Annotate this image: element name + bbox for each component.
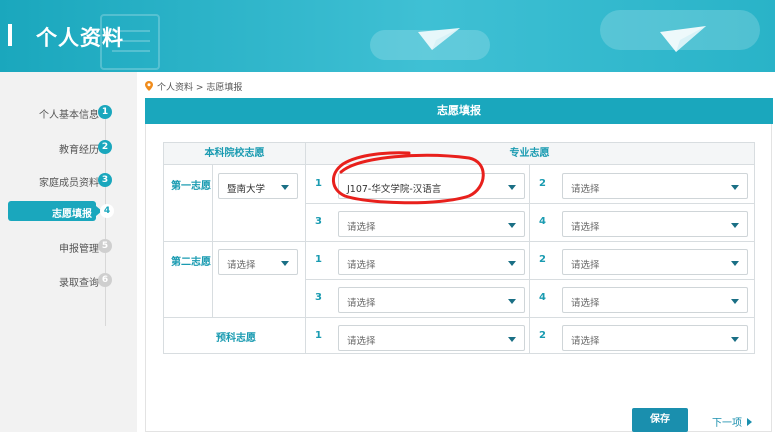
column-header-school: 本科院校志愿: [164, 143, 305, 165]
choice-index: 1: [315, 254, 322, 265]
column-header-major: 专业志愿: [305, 143, 754, 165]
chevron-down-icon: [731, 337, 739, 342]
save-button[interactable]: 保存: [632, 408, 688, 432]
choice-index: 2: [539, 254, 546, 265]
first-major-1-select[interactable]: J107-华文学院-汉语言: [338, 173, 525, 199]
choice-index: 1: [315, 330, 322, 341]
panel-title: 志愿填报: [145, 98, 773, 124]
chevron-down-icon: [508, 261, 516, 266]
arrow-right-icon: [747, 418, 752, 426]
step-badge: 2: [98, 140, 112, 154]
sidebar-item-label: 志愿填报: [52, 209, 92, 220]
document-decoration-icon: [100, 14, 160, 70]
header-accent-bar: [8, 24, 12, 46]
page-header: 个人资料: [0, 0, 775, 72]
breadcrumb-root[interactable]: 个人资料: [157, 83, 193, 93]
choice-index: 1: [315, 178, 322, 189]
breadcrumb-current: 志愿填报: [206, 83, 243, 93]
second-major-4-select[interactable]: 请选择: [562, 287, 748, 313]
sidebar-item-label: 录取查询: [59, 278, 99, 289]
second-school-select[interactable]: 请选择: [218, 249, 298, 275]
next-step-link[interactable]: 下一项: [712, 414, 752, 429]
chevron-down-icon: [281, 185, 289, 190]
chevron-down-icon: [508, 337, 516, 342]
chevron-down-icon: [731, 299, 739, 304]
sidebar-item-label: 个人基本信息: [39, 110, 99, 121]
row-label-first: 第一志愿: [171, 181, 211, 192]
breadcrumb-separator: >: [195, 83, 204, 93]
choice-index: 3: [315, 292, 322, 303]
step-badge: 5: [98, 239, 112, 253]
chevron-down-icon: [508, 185, 516, 190]
breadcrumb: 个人资料 > 志愿填报: [145, 80, 242, 94]
choice-index: 2: [539, 178, 546, 189]
second-major-2-select[interactable]: 请选择: [562, 249, 748, 275]
first-school-select[interactable]: 暨南大学: [218, 173, 298, 199]
first-major-2-select[interactable]: 请选择: [562, 173, 748, 199]
sidebar-item-label: 申报管理: [59, 244, 99, 255]
step-badge: 4: [100, 204, 114, 218]
choice-index: 3: [315, 216, 322, 227]
paper-plane-icon: [418, 28, 460, 50]
chevron-down-icon: [731, 185, 739, 190]
location-pin-icon: [145, 81, 153, 91]
sidebar-item-application[interactable]: 志愿填报 4: [0, 201, 137, 221]
step-badge: 1: [98, 105, 112, 119]
sidebar-item-label: 家庭成员资料: [39, 178, 99, 189]
second-major-1-select[interactable]: 请选择: [338, 249, 525, 275]
choice-index: 2: [539, 330, 546, 341]
chevron-down-icon: [731, 261, 739, 266]
step-badge: 6: [98, 273, 112, 287]
chevron-down-icon: [281, 261, 289, 266]
prep-major-2-select[interactable]: 请选择: [562, 325, 748, 351]
paper-plane-icon: [660, 26, 706, 52]
sidebar-item-education[interactable]: 教育经历 2: [0, 137, 137, 157]
row-label-second: 第二志愿: [171, 257, 211, 268]
prep-major-1-select[interactable]: 请选择: [338, 325, 525, 351]
choice-index: 4: [539, 292, 546, 303]
sidebar-item-family[interactable]: 家庭成员资料 3: [0, 170, 137, 190]
sidebar-item-basic-info[interactable]: 个人基本信息 1: [0, 102, 137, 122]
sidebar-item-label: 教育经历: [59, 145, 99, 156]
chevron-down-icon: [508, 223, 516, 228]
sidebar-item-admission[interactable]: 录取查询 6: [0, 270, 137, 290]
sidebar-item-submission[interactable]: 申报管理 5: [0, 236, 137, 256]
chevron-down-icon: [731, 223, 739, 228]
first-major-3-select[interactable]: 请选择: [338, 211, 525, 237]
second-major-3-select[interactable]: 请选择: [338, 287, 525, 313]
chevron-down-icon: [508, 299, 516, 304]
first-major-4-select[interactable]: 请选择: [562, 211, 748, 237]
choice-index: 4: [539, 216, 546, 227]
step-badge: 3: [98, 173, 112, 187]
row-label-prep: 预科志愿: [216, 333, 256, 344]
